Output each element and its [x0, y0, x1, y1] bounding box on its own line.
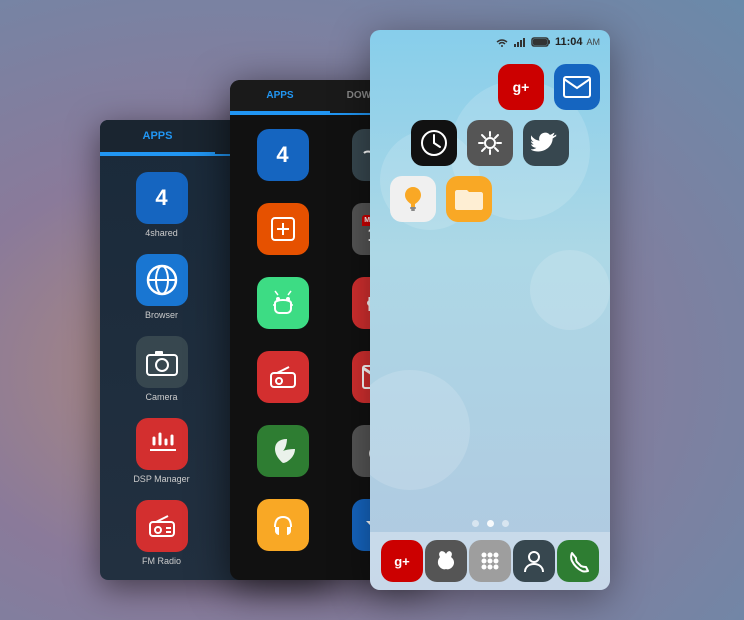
app-label: Camera: [145, 392, 177, 402]
status-ampm: AM: [587, 37, 601, 47]
idea-icon: [399, 183, 427, 215]
battery-icon: [531, 36, 551, 48]
list-item[interactable]: [238, 197, 327, 265]
app-icon-folder-home[interactable]: [446, 176, 492, 222]
list-item[interactable]: 4 4shared: [110, 166, 213, 244]
app-icon-4[interactable]: 4: [257, 129, 309, 181]
contacts-icon: [521, 548, 547, 574]
list-item[interactable]: [238, 345, 327, 413]
app-label: 4shared: [145, 228, 178, 238]
app-icon-twitter-home[interactable]: [523, 120, 569, 166]
phone-right: 11:04 AM g+: [370, 30, 610, 590]
app-icon-dsp[interactable]: [136, 418, 188, 470]
app-label: FM Radio: [142, 556, 181, 566]
dock: g+: [370, 532, 610, 590]
list-item[interactable]: DSP Manager: [110, 412, 213, 490]
home-row-2: [380, 120, 600, 166]
radio-icon2: [267, 361, 299, 393]
status-bar: 11:04 AM: [370, 30, 610, 54]
leaf-icon: [267, 435, 299, 467]
app-icon-leaf[interactable]: [257, 425, 309, 477]
tab-apps-mid[interactable]: APPS: [230, 80, 330, 113]
dot: [472, 520, 479, 527]
mail-icon: [563, 76, 591, 98]
folder-icon: [453, 186, 485, 212]
list-item[interactable]: [238, 271, 327, 339]
list-item[interactable]: [238, 493, 327, 561]
app-label: Browser: [145, 310, 178, 320]
app-icon-idea-home[interactable]: [390, 176, 436, 222]
dot: [502, 520, 509, 527]
android-icon: [267, 287, 299, 319]
app-icon-camera[interactable]: [136, 336, 188, 388]
list-item[interactable]: Browser: [110, 248, 213, 326]
app-icon-mail-home[interactable]: [554, 64, 600, 110]
app-icon-gplus[interactable]: g+: [498, 64, 544, 110]
list-item[interactable]: [238, 419, 327, 487]
dsp-icon: [146, 428, 178, 460]
clock-icon-home: [419, 128, 449, 158]
list-item[interactable]: FM Radio: [110, 494, 213, 572]
app-icon-radio2[interactable]: [257, 351, 309, 403]
radio-icon: [146, 510, 178, 542]
list-item[interactable]: Camera: [110, 330, 213, 408]
dock-phone[interactable]: [557, 540, 599, 582]
dock-gplus[interactable]: g+: [381, 540, 423, 582]
app-icon-headphones[interactable]: [257, 499, 309, 551]
app-icon-settings-home[interactable]: [467, 120, 513, 166]
app-icon-fmradio[interactable]: [136, 500, 188, 552]
home-row-1: g+: [380, 64, 600, 110]
app-label: DSP Manager: [133, 474, 189, 484]
signal-icon: [513, 36, 527, 48]
apple-dock-icon: [433, 548, 459, 574]
tab-apps-left[interactable]: APPS: [100, 120, 215, 154]
status-time: 11:04: [555, 36, 583, 48]
app-icon-4shared[interactable]: 4: [136, 172, 188, 224]
phone-icon: [566, 549, 590, 573]
settings-icon: [475, 128, 505, 158]
app-icon-android[interactable]: [257, 277, 309, 329]
twitter-icon: [531, 129, 561, 157]
app-icon-calc[interactable]: [257, 203, 309, 255]
headphones-icon: [267, 509, 299, 541]
wifi-icon: [495, 36, 509, 48]
list-item[interactable]: 4: [238, 123, 327, 191]
home-content: g+: [370, 54, 610, 242]
app-icon-clock-home[interactable]: [411, 120, 457, 166]
home-row-3: [380, 176, 600, 222]
apps-grid-icon: [477, 548, 503, 574]
dock-contacts[interactable]: [513, 540, 555, 582]
calc-icon: [268, 214, 298, 244]
camera-icon: [145, 347, 179, 377]
dock-apps[interactable]: [469, 540, 511, 582]
browser-icon: [144, 262, 180, 298]
dot: [487, 520, 494, 527]
dock-apple[interactable]: [425, 540, 467, 582]
app-icon-browser[interactable]: [136, 254, 188, 306]
screenshot-root: { "background": { "gradient": "radial-gr…: [0, 0, 744, 620]
